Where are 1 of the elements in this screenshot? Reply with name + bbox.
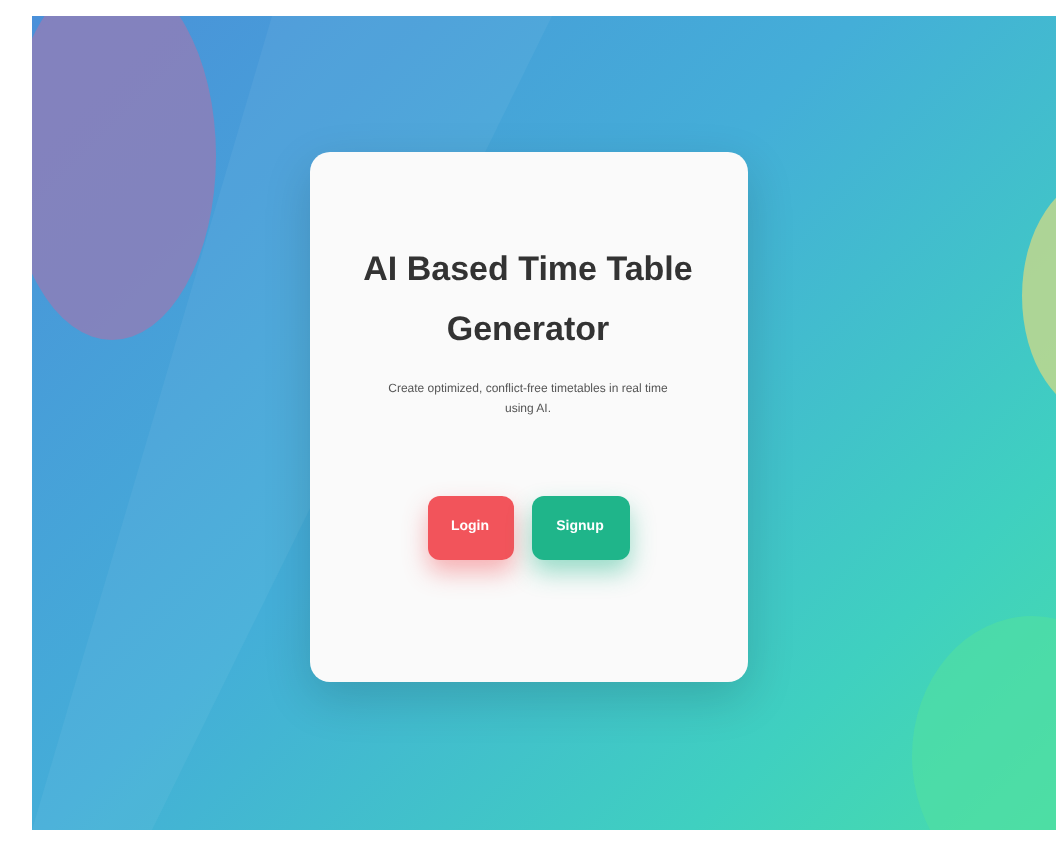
card-title: AI Based Time Table Generator <box>361 248 695 352</box>
